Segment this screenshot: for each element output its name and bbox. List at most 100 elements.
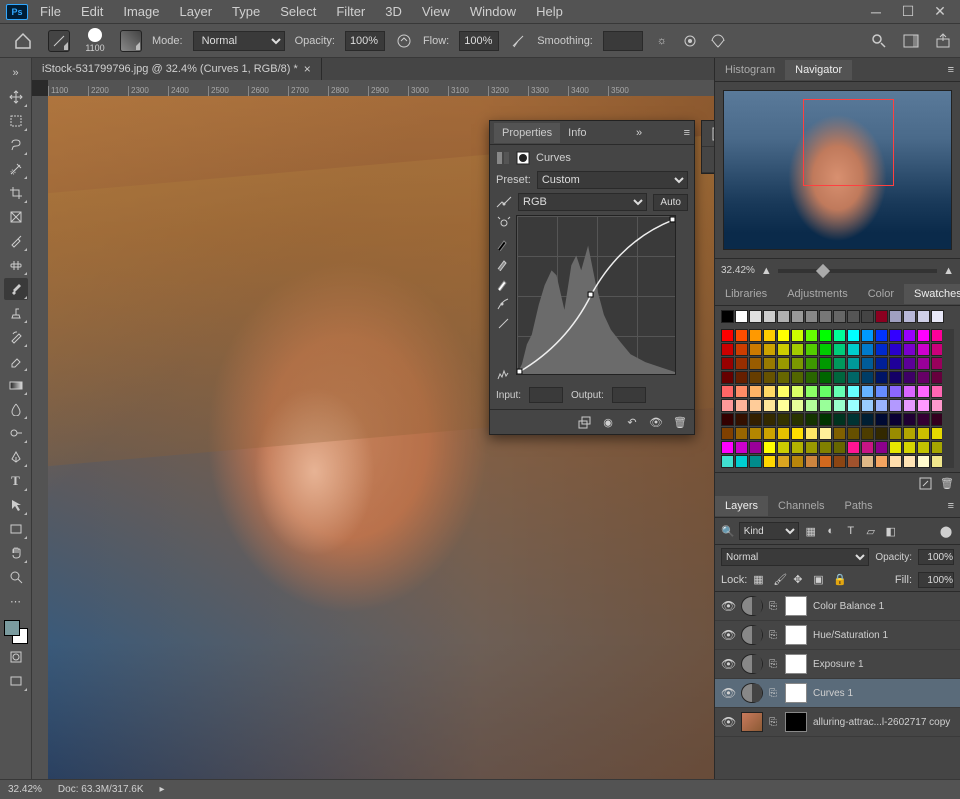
fill-input[interactable] xyxy=(918,572,954,588)
brush-preset-picker[interactable]: 1100 xyxy=(80,28,110,53)
swatch[interactable] xyxy=(721,343,734,356)
swatch[interactable] xyxy=(819,371,832,384)
swatch[interactable] xyxy=(917,399,930,412)
window-minimize-button[interactable]: ─ xyxy=(862,0,890,24)
pen-tool[interactable] xyxy=(4,446,28,468)
swatch[interactable] xyxy=(847,455,860,468)
swatch[interactable] xyxy=(833,441,846,454)
swatch[interactable] xyxy=(889,385,902,398)
swatch[interactable] xyxy=(777,399,790,412)
adjustment-thumbnail[interactable] xyxy=(741,654,763,674)
swatch[interactable] xyxy=(735,399,748,412)
clip-histogram-icon[interactable] xyxy=(496,367,512,381)
swatch[interactable] xyxy=(791,413,804,426)
quick-selection-tool[interactable] xyxy=(4,158,28,180)
swatch[interactable] xyxy=(917,385,930,398)
swatch[interactable] xyxy=(735,455,748,468)
swatch[interactable] xyxy=(763,441,776,454)
swatch[interactable] xyxy=(735,371,748,384)
swatch[interactable] xyxy=(805,399,818,412)
swatch[interactable] xyxy=(763,413,776,426)
swatch[interactable] xyxy=(931,371,944,384)
panel-menu-icon[interactable]: ≡ xyxy=(942,500,960,512)
swatch[interactable] xyxy=(875,455,888,468)
airbrush-icon[interactable] xyxy=(509,32,527,50)
swatch[interactable] xyxy=(903,441,916,454)
lock-all-icon[interactable]: 🔒 xyxy=(833,573,847,587)
output-field[interactable] xyxy=(612,387,646,403)
swatch[interactable] xyxy=(763,357,776,370)
swatch[interactable] xyxy=(805,413,818,426)
adjustment-thumbnail[interactable] xyxy=(741,683,763,703)
swatch[interactable] xyxy=(833,357,846,370)
swatch[interactable] xyxy=(763,399,776,412)
swatch[interactable] xyxy=(931,455,944,468)
menu-image[interactable]: Image xyxy=(115,1,167,22)
swatch[interactable] xyxy=(875,399,888,412)
flow-input[interactable] xyxy=(459,31,499,51)
swatch[interactable] xyxy=(917,371,930,384)
swatch[interactable] xyxy=(931,329,944,342)
swatch[interactable] xyxy=(833,329,846,342)
swatch[interactable] xyxy=(833,310,846,323)
menu-filter[interactable]: Filter xyxy=(328,1,373,22)
swatch[interactable] xyxy=(791,455,804,468)
visibility-icon[interactable]: 👁 xyxy=(721,715,735,729)
swatch[interactable] xyxy=(847,413,860,426)
swatch[interactable] xyxy=(749,455,762,468)
tab-navigator[interactable]: Navigator xyxy=(785,60,852,80)
swatch[interactable] xyxy=(833,371,846,384)
layer-name[interactable]: Curves 1 xyxy=(813,688,954,699)
swatch[interactable] xyxy=(777,343,790,356)
view-previous-icon[interactable]: ◉ xyxy=(600,414,616,430)
panel-menu-icon[interactable]: ≡ xyxy=(942,64,960,76)
window-maximize-button[interactable]: ☐ xyxy=(894,0,922,24)
frame-tool[interactable] xyxy=(4,206,28,228)
swatch[interactable] xyxy=(819,357,832,370)
swatch[interactable] xyxy=(931,385,944,398)
tab-properties[interactable]: Properties xyxy=(494,123,560,143)
edit-points-icon[interactable] xyxy=(496,297,512,311)
swatch[interactable] xyxy=(805,357,818,370)
lasso-tool[interactable] xyxy=(4,134,28,156)
layer-mask-thumbnail[interactable] xyxy=(785,683,807,703)
swatch[interactable] xyxy=(777,427,790,440)
healing-brush-tool[interactable] xyxy=(4,254,28,276)
clip-to-layer-icon[interactable] xyxy=(576,414,592,430)
input-field[interactable] xyxy=(529,387,563,403)
blur-tool[interactable] xyxy=(4,398,28,420)
swatch[interactable] xyxy=(903,310,916,323)
swatch[interactable] xyxy=(819,310,832,323)
black-point-icon[interactable] xyxy=(496,237,512,251)
swatch[interactable] xyxy=(749,385,762,398)
swatch[interactable] xyxy=(917,427,930,440)
swatch[interactable] xyxy=(791,371,804,384)
zoom-out-icon[interactable]: ▲ xyxy=(761,265,772,277)
swatch[interactable] xyxy=(819,385,832,398)
swatch[interactable] xyxy=(875,357,888,370)
menu-view[interactable]: View xyxy=(414,1,458,22)
expand-tools-icon[interactable]: » xyxy=(4,62,28,84)
swatch[interactable] xyxy=(931,310,944,323)
swatch[interactable] xyxy=(861,399,874,412)
swatch[interactable] xyxy=(721,399,734,412)
swatch[interactable] xyxy=(903,357,916,370)
delete-swatch-icon[interactable]: 🗑 xyxy=(940,477,954,490)
swatch[interactable] xyxy=(847,427,860,440)
layer-row[interactable]: 👁⎘alluring-attrac...l-2602717 copy xyxy=(715,708,960,737)
swatch[interactable] xyxy=(889,310,902,323)
layer-name[interactable]: alluring-attrac...l-2602717 copy xyxy=(813,717,954,728)
swatch[interactable] xyxy=(847,441,860,454)
swatch[interactable] xyxy=(777,385,790,398)
swatch[interactable] xyxy=(931,343,944,356)
swatch[interactable] xyxy=(889,427,902,440)
layer-row[interactable]: 👁⎘Curves 1 xyxy=(715,679,960,708)
swatch[interactable] xyxy=(847,357,860,370)
swatch[interactable] xyxy=(763,310,776,323)
brush-panel-toggle[interactable] xyxy=(120,30,142,52)
zoom-slider[interactable] xyxy=(778,269,937,273)
swatch[interactable] xyxy=(791,310,804,323)
tab-color[interactable]: Color xyxy=(858,284,904,304)
reset-icon[interactable]: ↶ xyxy=(624,414,640,430)
toggle-visibility-icon[interactable]: 👁 xyxy=(648,414,664,430)
